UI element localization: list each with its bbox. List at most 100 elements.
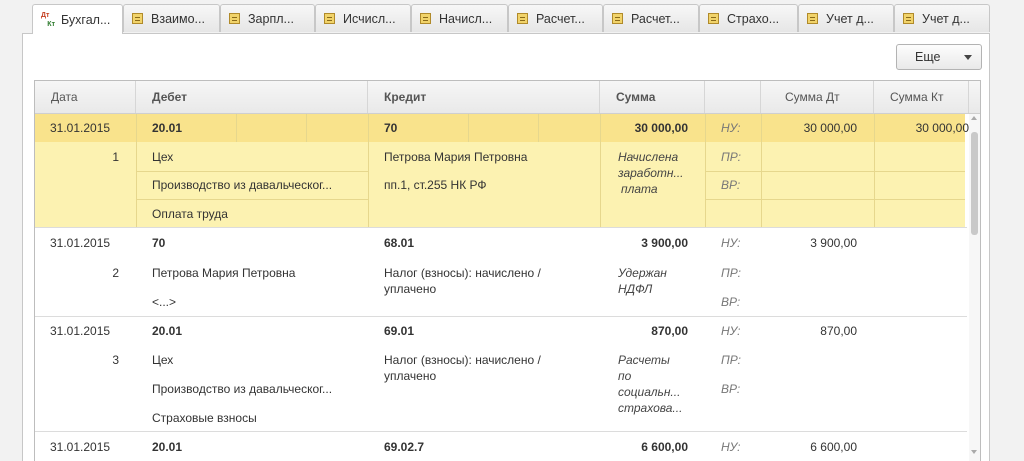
- column-header-sum-kt[interactable]: Сумма Кт: [874, 81, 969, 113]
- tab-label: Взаимо...: [151, 11, 205, 26]
- tab-bar: Дт Кт Бухгал... Взаимо... Зарпл... Исчисл…: [32, 4, 992, 34]
- row-separator: [35, 431, 967, 432]
- register-icon: [708, 13, 719, 24]
- debit-account: 20.01: [152, 324, 183, 338]
- divider: [306, 114, 307, 142]
- tab-insurance[interactable]: Страхо...: [699, 4, 798, 32]
- posting-content-line: страхова...: [618, 401, 683, 415]
- tab-label: Учет д...: [826, 11, 874, 26]
- sum-kt-nu: 30 000,00: [915, 121, 969, 135]
- sum-dt-nu: 30 000,00: [803, 121, 857, 135]
- debit-subconto-1: Петрова Мария Петровна: [152, 266, 296, 280]
- row-date: 31.01.2015: [50, 121, 111, 135]
- debit-subconto-1: Цех: [152, 353, 174, 367]
- more-button[interactable]: Еще: [896, 44, 982, 70]
- column-header-blank: [705, 81, 761, 113]
- debit-account: 20.01: [152, 121, 183, 135]
- credit-subconto-2: уплачено: [384, 282, 437, 296]
- credit-subconto-2: пп.1, ст.255 НК РФ: [384, 178, 487, 192]
- row-separator: [35, 227, 967, 228]
- column-header-credit[interactable]: Кредит: [368, 81, 600, 113]
- debit-subconto-3: Страховые взносы: [152, 411, 257, 425]
- tab-label: Исчисл...: [343, 11, 396, 26]
- tab-calculated[interactable]: Исчисл...: [315, 4, 411, 32]
- credit-subconto-1: Петрова Мария Петровна: [384, 150, 528, 164]
- divider: [136, 171, 368, 172]
- credit-account: 68.01: [384, 236, 415, 250]
- tab-label: Зарпл...: [248, 11, 294, 26]
- divider: [136, 199, 368, 200]
- row-date: 31.01.2015: [50, 236, 111, 250]
- scrollbar-thumb[interactable]: [971, 132, 978, 235]
- row-date: 31.01.2015: [50, 440, 111, 454]
- pr-label: ПР:: [721, 353, 741, 367]
- tab-accounting-d-1[interactable]: Учет д...: [798, 4, 894, 32]
- tab-accounting[interactable]: Дт Кт Бухгал...: [32, 4, 123, 34]
- debit-account: 20.01: [152, 440, 183, 454]
- debit-subconto-2: Производство из давальческог...: [152, 382, 333, 396]
- posting-content-line: Начислена: [618, 150, 679, 164]
- tab-label: Расчет...: [536, 11, 585, 26]
- sum-dt-nu: 6 600,00: [810, 440, 857, 454]
- debit-subconto-2: <...>: [152, 295, 177, 309]
- tab-settlements[interactable]: Взаимо...: [123, 4, 220, 32]
- pr-label: ПР:: [721, 150, 741, 164]
- table-header: Дата Дебет Кредит Сумма Сумма Дт Сумма К…: [35, 81, 980, 114]
- scroll-up-arrow-icon[interactable]: [971, 116, 977, 120]
- vertical-scrollbar[interactable]: [969, 114, 980, 461]
- sum-dt-nu: 3 900,00: [810, 236, 857, 250]
- posting-content-line: Расчеты: [618, 353, 670, 367]
- posting-content-line: по: [618, 369, 632, 383]
- column-header-sum[interactable]: Сумма: [600, 81, 705, 113]
- vr-label: ВР:: [721, 382, 741, 396]
- register-icon: [517, 13, 528, 24]
- tab-salary[interactable]: Зарпл...: [220, 4, 315, 32]
- tab-label: Расчет...: [631, 11, 680, 26]
- posting-content-line: Удержан: [618, 266, 667, 280]
- nu-label: НУ:: [721, 121, 741, 135]
- debit-subconto-3: Оплата труда: [152, 207, 228, 221]
- tab-label: Начисл...: [439, 11, 493, 26]
- column-header-date[interactable]: Дата: [35, 81, 136, 113]
- nu-label: НУ:: [721, 236, 741, 250]
- credit-account: 70: [384, 121, 398, 135]
- posting-sum: 6 600,00: [641, 440, 688, 454]
- credit-account: 69.01: [384, 324, 415, 338]
- nu-label: НУ:: [721, 324, 741, 338]
- row-date: 31.01.2015: [50, 324, 111, 338]
- posting-content-line: заработн...: [618, 166, 684, 180]
- column-header-debit[interactable]: Дебет: [136, 81, 368, 113]
- row-separator: [35, 316, 967, 317]
- vr-label: ВР:: [721, 178, 741, 192]
- posting-sum: 870,00: [651, 324, 688, 338]
- debit-subconto-2: Производство из давальческог...: [152, 178, 333, 192]
- divider: [368, 114, 369, 227]
- register-icon: [324, 13, 335, 24]
- credit-account: 69.02.7: [384, 440, 425, 454]
- divider: [468, 114, 469, 142]
- nu-label: НУ:: [721, 440, 741, 454]
- tab-accruals[interactable]: Начисл...: [411, 4, 508, 32]
- tab-label: Страхо...: [727, 11, 780, 26]
- tab-calc-1[interactable]: Расчет...: [508, 4, 603, 32]
- tab-calc-2[interactable]: Расчет...: [603, 4, 699, 32]
- scroll-down-arrow-icon[interactable]: [971, 450, 977, 454]
- divider: [705, 199, 965, 200]
- dt-kt-icon: Дт Кт: [41, 11, 55, 28]
- credit-subconto-1: Налог (взносы): начислено /: [384, 266, 541, 280]
- row-number: 1: [112, 150, 119, 164]
- tab-label: Бухгал...: [61, 12, 111, 27]
- dropdown-arrow-icon: [964, 55, 972, 60]
- postings-table: Дата Дебет Кредит Сумма Сумма Дт Сумма К…: [34, 80, 981, 461]
- tab-accounting-d-2[interactable]: Учет д...: [894, 4, 990, 32]
- posting-sum: 30 000,00: [634, 121, 688, 135]
- row-number: 3: [112, 353, 119, 367]
- column-header-sum-dt[interactable]: Сумма Дт: [761, 81, 874, 113]
- register-icon: [612, 13, 623, 24]
- debit-account: 70: [152, 236, 166, 250]
- posting-content-line: НДФЛ: [618, 282, 653, 296]
- tab-label: Учет д...: [922, 11, 970, 26]
- row-number: 2: [112, 266, 119, 280]
- divider: [236, 114, 237, 142]
- debit-subconto-1: Цех: [152, 150, 174, 164]
